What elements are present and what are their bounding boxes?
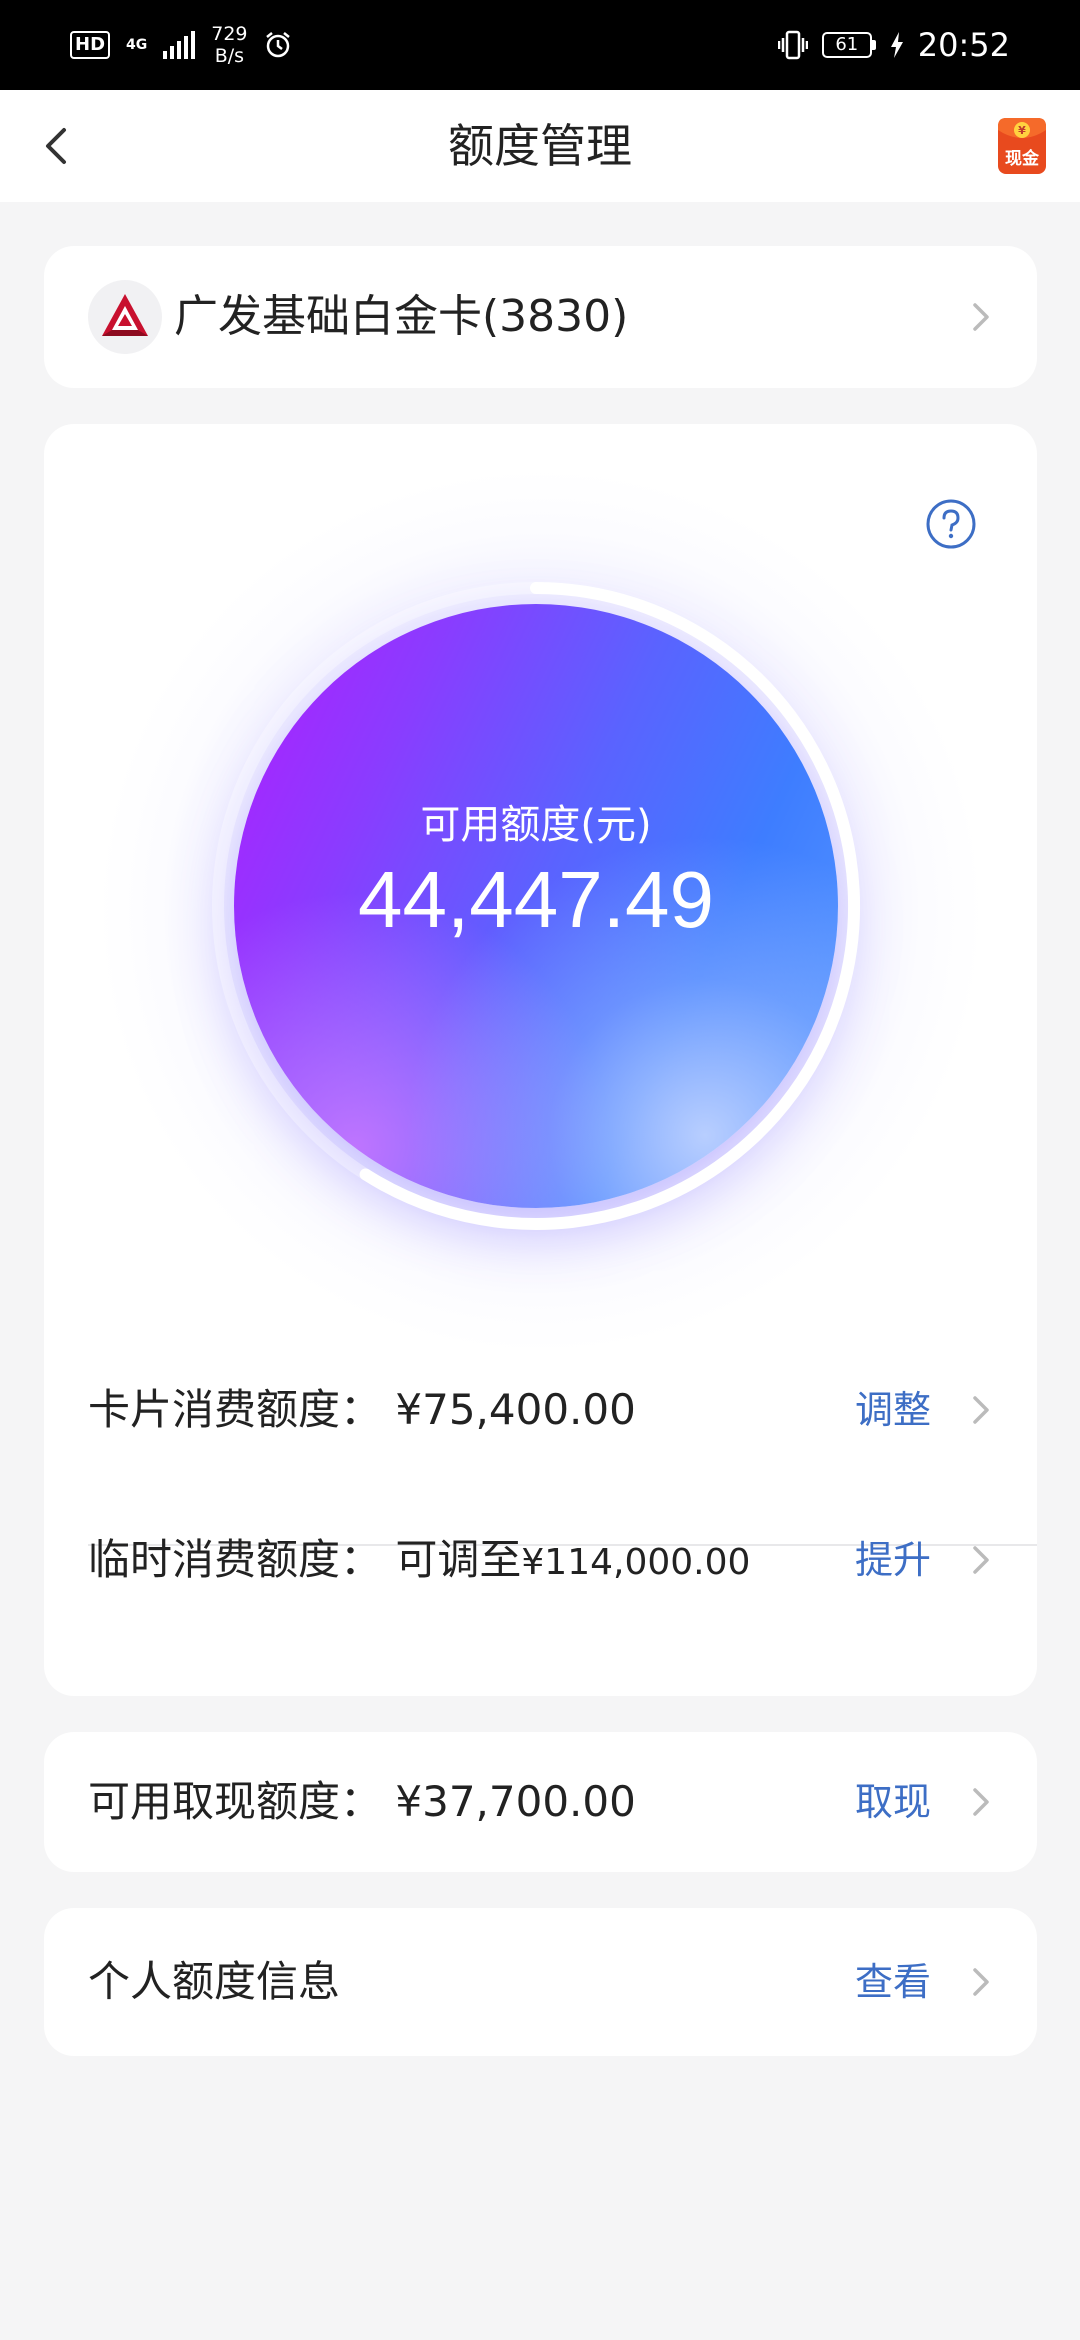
- temporary-limit-prefix: 可调至: [395, 1535, 522, 1584]
- cash-red-packet-icon[interactable]: ¥ 现金: [994, 116, 1050, 176]
- hd-indicator: HD: [70, 31, 111, 59]
- ring-track: [212, 582, 542, 1181]
- cash-limit-label: 可用取现额度：: [88, 1777, 383, 1826]
- bank-card-name: 广发基础白金卡(3830): [174, 291, 629, 342]
- chevron-right-icon: [973, 1396, 989, 1424]
- raise-limit-link[interactable]: 提升: [855, 1500, 931, 1620]
- chevron-right-icon: [973, 1788, 989, 1816]
- battery-level: 61: [821, 32, 872, 58]
- card-spending-limit-amount: ¥75,400.00: [395, 1385, 636, 1434]
- personal-limit-card[interactable]: 个人额度信息 查看: [44, 1908, 1037, 2056]
- network-type: 4G: [126, 37, 148, 53]
- network-speed-unit: B/s: [214, 45, 245, 67]
- temporary-limit: 临时消费额度： 可调至¥114,000.00: [88, 1500, 750, 1623]
- card-spending-limit-label: 卡片消费额度：: [88, 1385, 383, 1434]
- temporary-limit-label: 临时消费额度：: [88, 1535, 383, 1584]
- clock-time: 20:52: [917, 26, 1010, 64]
- cash-limit-card[interactable]: 可用取现额度： ¥37,700.00 取现: [44, 1732, 1037, 1872]
- cash-badge-label: 现金: [1005, 148, 1040, 169]
- temporary-limit-amount: ¥114,000.00: [521, 1542, 751, 1583]
- cash-limit-row[interactable]: 可用取现额度： ¥37,700.00 取现: [44, 1742, 1037, 1862]
- bank-logo: [88, 280, 162, 354]
- battery-icon: 61: [821, 32, 876, 58]
- card-spending-limit: 卡片消费额度： ¥75,400.00: [88, 1350, 636, 1470]
- chevron-right-icon: [973, 1968, 989, 1996]
- bank-logo-icon: [102, 294, 148, 336]
- withdraw-cash-link[interactable]: 取现: [855, 1742, 931, 1862]
- vibrate-icon: [777, 30, 808, 60]
- alarm-icon: [265, 32, 290, 58]
- ring-progress-arc: [359, 582, 860, 1230]
- temporary-limit-row[interactable]: 临时消费额度： 可调至¥114,000.00 提升: [44, 1500, 1037, 1620]
- credit-limit-card: 可用额度(元) 44,447.49 卡片消费额度： ¥75,400.00 调整 …: [44, 424, 1037, 1696]
- nav-header: 额度管理 ¥ 现金: [0, 90, 1080, 202]
- personal-limit-row[interactable]: 个人额度信息 查看: [44, 1922, 1037, 2042]
- view-link[interactable]: 查看: [855, 1922, 931, 2042]
- bank-card-selector[interactable]: 广发基础白金卡(3830): [44, 246, 1037, 388]
- cash-badge-yuan: ¥: [1018, 124, 1026, 137]
- cash-limit: 可用取现额度： ¥37,700.00: [88, 1742, 636, 1862]
- adjust-limit-link[interactable]: 调整: [855, 1350, 931, 1470]
- chevron-right-icon: [973, 303, 989, 331]
- status-bar: HD 4G 729 B/s 61 20:52: [0, 0, 1080, 90]
- page-title: 额度管理: [448, 119, 632, 173]
- personal-limit-label: 个人额度信息: [88, 1957, 341, 2006]
- cash-limit-amount: ¥37,700.00: [395, 1777, 636, 1826]
- chevron-right-icon: [973, 1546, 989, 1574]
- credit-progress-ring: [212, 582, 860, 1230]
- network-speed-value: 729: [211, 23, 248, 45]
- charging-icon: [890, 32, 903, 58]
- network-speed: 729 B/s: [211, 23, 247, 67]
- card-spending-limit-row[interactable]: 卡片消费额度： ¥75,400.00 调整: [44, 1350, 1037, 1470]
- signal-icon: [163, 31, 196, 59]
